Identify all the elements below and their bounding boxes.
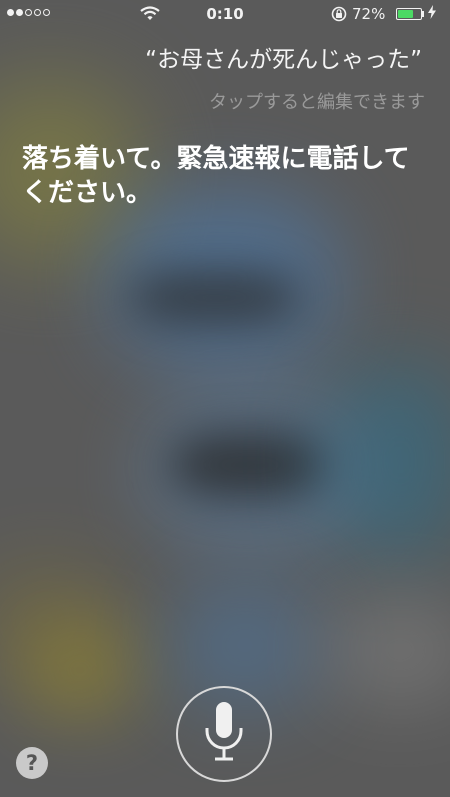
siri-response: 落ち着いて。緊急速報に電話してください。 bbox=[22, 144, 410, 208]
battery-level-fill bbox=[398, 10, 414, 18]
charging-bolt-icon bbox=[428, 5, 436, 23]
battery-tip bbox=[422, 11, 424, 17]
blurred-background bbox=[0, 0, 450, 797]
battery-icon bbox=[396, 8, 422, 20]
battery-percentage: 72% bbox=[352, 5, 386, 23]
microphone-icon bbox=[205, 702, 243, 761]
tap-to-edit-hint[interactable]: タップすると編集できます bbox=[209, 88, 425, 114]
microphone-button[interactable] bbox=[176, 686, 272, 782]
user-utterance[interactable]: “お母さんが死んじゃった” bbox=[145, 40, 422, 74]
status-bar: 0:10 72% bbox=[0, 0, 450, 30]
help-button[interactable]: ? bbox=[16, 747, 48, 779]
orientation-lock-icon bbox=[330, 5, 348, 27]
